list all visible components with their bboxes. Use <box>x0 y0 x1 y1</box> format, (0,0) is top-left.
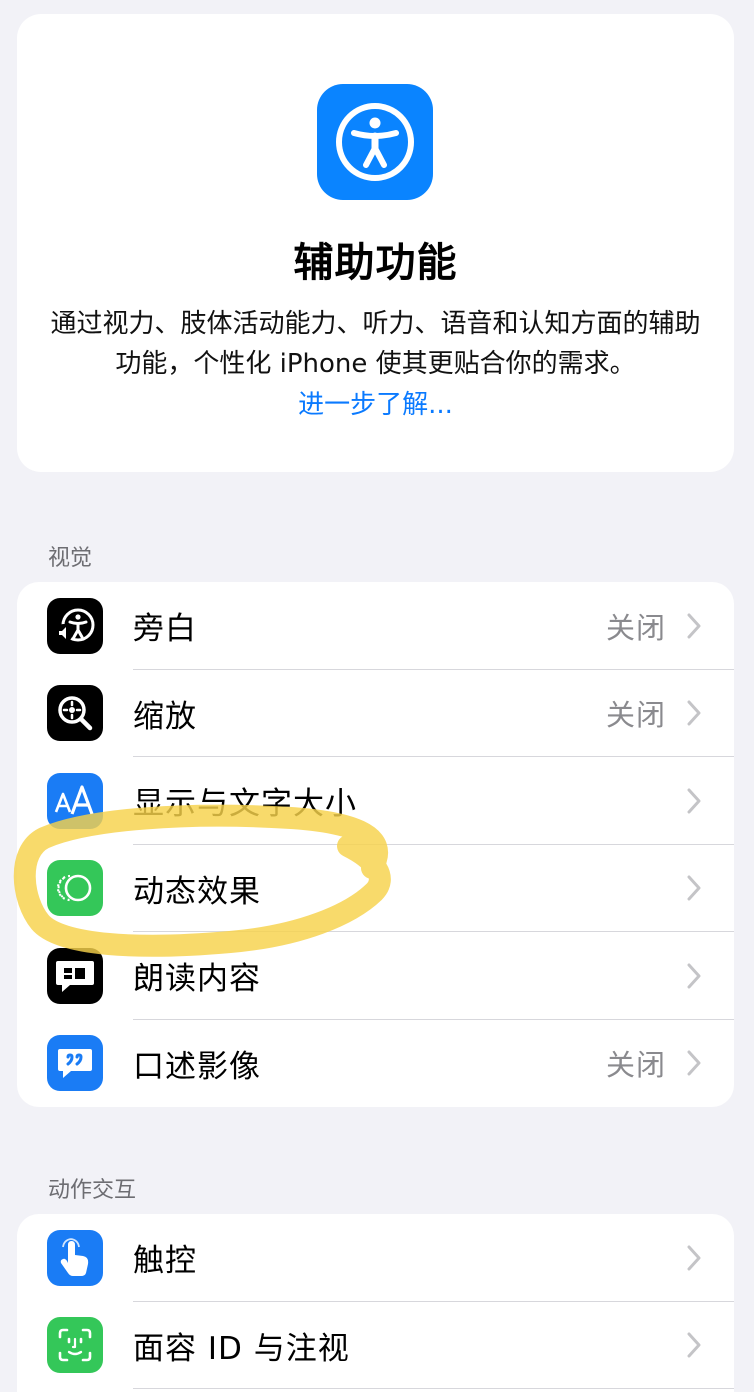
settings-row-label: 显示与文字大小 <box>133 786 357 823</box>
settings-row-motion[interactable]: 动态效果 <box>17 845 734 932</box>
page-description: 通过视力、肢体活动能力、听力、语音和认知方面的辅助功能，个性化 iPhone 使… <box>50 309 701 379</box>
accessibility-hero-card: 辅助功能 通过视力、肢体活动能力、听力、语音和认知方面的辅助功能，个性化 iPh… <box>17 14 734 472</box>
settings-row-label: 面容 ID 与注视 <box>133 1330 350 1367</box>
chevron-right-icon <box>684 1243 704 1273</box>
chevron-right-icon <box>684 1048 704 1078</box>
chevron-right-icon <box>684 786 704 816</box>
settings-row-spoken-content[interactable]: 朗读内容 <box>17 932 734 1020</box>
chevron-right-icon <box>684 611 704 641</box>
settings-row-label: 口述影像 <box>133 1048 261 1085</box>
settings-row-audio-descriptions[interactable]: 口述影像 关闭 <box>17 1020 734 1108</box>
settings-row-value: 关闭 <box>605 698 666 733</box>
settings-row-label: 缩放 <box>133 698 197 735</box>
zoom-icon <box>47 685 103 742</box>
accessibility-settings-page: 辅助功能 通过视力、肢体活动能力、听力、语音和认知方面的辅助功能，个性化 iPh… <box>0 0 754 1392</box>
settings-row-label: 动态效果 <box>133 873 261 910</box>
vision-settings-group: 旁白 关闭 缩放 关闭 显示与文字大小 动态效果 朗读内容 口述影像 关闭 <box>17 582 734 1107</box>
section-header-vision: 视觉 <box>48 546 93 571</box>
settings-row-face-id-attention[interactable]: 面容 ID 与注视 <box>17 1302 734 1389</box>
chevron-right-icon <box>684 1330 704 1360</box>
settings-row-label: 旁白 <box>133 611 197 648</box>
settings-row-voiceover[interactable]: 旁白 关闭 <box>17 582 734 670</box>
section-header-interaction: 动作交互 <box>48 1178 137 1203</box>
settings-row-zoom[interactable]: 缩放 关闭 <box>17 670 734 757</box>
accessibility-icon <box>317 84 433 200</box>
settings-row-label: 朗读内容 <box>133 961 261 998</box>
chevron-right-icon <box>684 698 704 728</box>
settings-row-display-text-size[interactable]: 显示与文字大小 <box>17 757 734 845</box>
chevron-right-icon <box>684 873 704 903</box>
audio-descriptions-icon <box>47 1035 103 1092</box>
motion-icon <box>47 860 103 917</box>
page-title: 辅助功能 <box>293 240 458 286</box>
spoken-content-icon <box>47 947 103 1004</box>
face-id-icon <box>47 1317 103 1374</box>
settings-row-value: 关闭 <box>605 1048 666 1083</box>
settings-row-value: 关闭 <box>605 610 666 645</box>
learn-more-link[interactable]: 进一步了解... <box>17 384 734 421</box>
settings-row-touch[interactable]: 触控 <box>17 1214 734 1302</box>
chevron-right-icon <box>684 961 704 991</box>
interaction-settings-group: 触控 面容 ID 与注视 <box>17 1214 734 1392</box>
text-size-icon <box>47 772 103 829</box>
voiceover-icon <box>47 597 103 654</box>
settings-row-label: 触控 <box>133 1243 197 1280</box>
row-divider <box>133 1388 734 1389</box>
touch-icon <box>47 1229 103 1286</box>
